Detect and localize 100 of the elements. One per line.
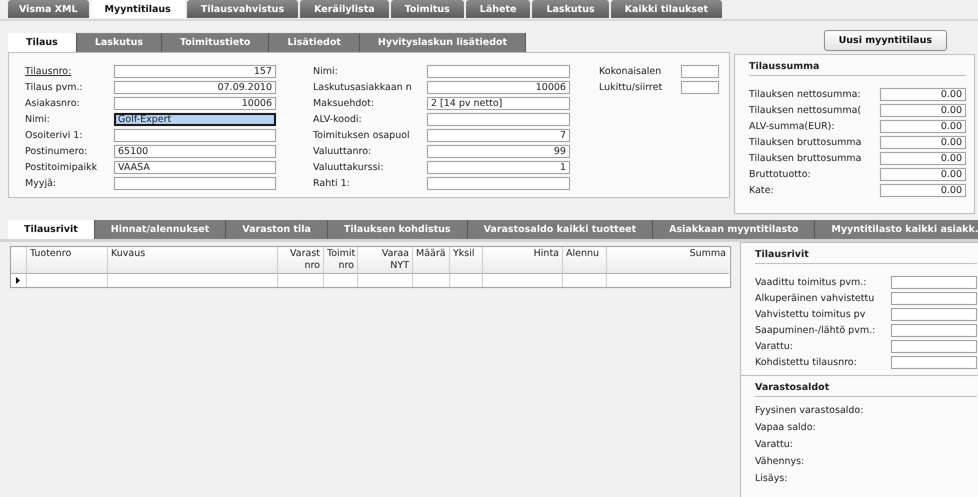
column-header[interactable]: Yksil [450, 247, 483, 274]
input-field[interactable] [891, 308, 977, 321]
field-label: Nimi: [312, 66, 339, 77]
field-label: Varattu: [755, 439, 794, 452]
field-label: Fyysinen varastosaldo: [755, 405, 864, 418]
input-field[interactable]: VAASA [114, 161, 276, 174]
input-field[interactable]: 10006 [114, 97, 276, 110]
tab[interactable]: Tilausrivit [8, 220, 95, 239]
field-label: Valuuttanro: [312, 146, 372, 157]
input-field[interactable]: 2 [14 pv netto] [426, 97, 570, 110]
field-label: ALV-summa(EUR): [749, 121, 836, 132]
field-label-link[interactable]: Tilausnro: [25, 66, 114, 77]
field-label: Bruttotuotto: [749, 169, 812, 180]
tab[interactable]: Laskutus [532, 0, 609, 18]
tab[interactable]: Tilausvahvistus [186, 0, 298, 18]
input-field[interactable] [681, 65, 719, 78]
tab[interactable]: Keräilylista [300, 0, 389, 18]
field-label: Valuuttakurssi: [312, 162, 384, 173]
input-field[interactable]: 65100 [114, 145, 276, 158]
tab[interactable]: Toimitus [390, 0, 464, 18]
tab[interactable]: Lisätiedot [269, 33, 360, 52]
tab[interactable]: Lähete [466, 0, 530, 18]
input-field[interactable]: 0.00 [880, 152, 966, 165]
field-label: Lukittu/siirret [599, 82, 664, 93]
tab[interactable]: Hyvityslaskun lisätiedot [360, 33, 526, 52]
field-label: Tilauksen bruttosumma [749, 137, 862, 148]
field-label: Varattu: [755, 341, 794, 352]
tab[interactable]: Toimitustieto [162, 33, 270, 52]
input-field[interactable]: 0.00 [880, 184, 966, 197]
field-label: Toimituksen osapuol [312, 130, 411, 141]
field-label: ALV-koodi: [312, 114, 363, 125]
field-label: Nimi: [25, 114, 51, 125]
tab[interactable]: Hinnat/alennukset [94, 220, 226, 239]
current-row-icon [16, 277, 20, 284]
column-header[interactable]: Alennu [563, 247, 607, 274]
input-field[interactable] [426, 113, 570, 126]
field-label: Saapuminen-/lähtö pvm.: [755, 325, 876, 336]
column-header[interactable]: Määrä [413, 247, 450, 274]
input-field[interactable]: 07.09.2010 [114, 81, 276, 94]
column-header[interactable]: Varaa NYT [358, 247, 413, 274]
input-field[interactable] [891, 292, 977, 305]
tab[interactable]: Laskutus [76, 33, 162, 52]
column-header[interactable]: Kuvaus [108, 247, 278, 274]
tab[interactable]: Myyntitilaus [90, 0, 185, 18]
new-order-button[interactable]: Uusi myyntitilaus [824, 30, 947, 51]
tab[interactable]: Visma XML [8, 0, 89, 18]
input-field[interactable]: 0.00 [880, 104, 966, 117]
field-label: Postitoimipaikk [25, 162, 98, 173]
input-field[interactable]: 0.00 [880, 120, 966, 133]
field-label: Tilaus pvm.: [25, 82, 84, 93]
field-label: Vaadittu toimitus pvm.: [755, 277, 868, 288]
input-field[interactable]: 99 [426, 145, 570, 158]
input-field[interactable] [891, 356, 977, 369]
input-field[interactable] [114, 177, 276, 190]
field-label: Laskutusasiakkaan n [312, 82, 413, 93]
field-label: Tilauksen nettosumma( [749, 105, 862, 116]
section-title: Tilaussumma [749, 61, 966, 76]
input-field[interactable]: 7 [426, 129, 570, 142]
field-label: Vapaa saldo: [755, 422, 817, 435]
column-header[interactable]: Tuotenro [27, 247, 108, 274]
input-field[interactable]: 1 [426, 161, 570, 174]
field-label: Lisäys: [755, 473, 788, 486]
field-label: Rahti 1: [312, 178, 351, 189]
tab[interactable]: Tilauksen kohdistus [328, 220, 468, 239]
input-field[interactable] [426, 65, 570, 78]
input-field[interactable] [681, 81, 719, 94]
column-header[interactable]: Summa [607, 247, 729, 274]
field-label: Asiakasnro: [25, 98, 81, 109]
input-field[interactable] [426, 177, 570, 190]
input-field[interactable] [891, 324, 977, 337]
input-field[interactable]: 0.00 [880, 88, 966, 101]
input-field[interactable] [891, 340, 977, 353]
tab[interactable]: Kaikki tilaukset [610, 0, 722, 18]
input-field[interactable] [114, 129, 276, 142]
tab[interactable]: Myyntitilasto kaikki asiakk. [815, 220, 978, 239]
column-header[interactable]: Toimit nro [324, 247, 358, 274]
field-label: Vahvistettu toimitus pv [755, 309, 866, 320]
tab[interactable]: Tilaus [8, 33, 77, 52]
input-field[interactable]: Golf-Expert [114, 113, 276, 126]
tab[interactable]: Varaston tila [226, 220, 328, 239]
input-field[interactable] [891, 276, 977, 289]
input-field[interactable]: 0.00 [880, 136, 966, 149]
tab[interactable]: Asiakkaan myyntitilasto [653, 220, 816, 239]
field-label: Alkuperäinen vahvistettu [755, 293, 876, 304]
field-label: Myyjä: [25, 178, 58, 189]
field-label: Kokonaisalen [599, 66, 662, 77]
field-label: Osoiterivi 1: [25, 130, 84, 141]
input-field[interactable]: 157 [114, 65, 276, 78]
section-title: Varastosaldot [755, 382, 977, 397]
tab[interactable]: Varastosaldo kaikki tuotteet [468, 220, 654, 239]
input-field[interactable]: 10006 [426, 81, 570, 94]
section-title: Tilausrivit [755, 249, 977, 264]
field-label: Tilauksen nettosumma: [749, 89, 862, 100]
input-field[interactable]: 0.00 [880, 168, 966, 181]
field-label: Tilauksen bruttosumma [749, 153, 862, 164]
column-header[interactable]: Hinta [483, 247, 563, 274]
field-label: Kate: [749, 185, 775, 196]
column-header[interactable]: Varast nro [278, 247, 324, 274]
field-label: Maksuehdot: [312, 98, 376, 109]
field-label: Vähennys: [755, 456, 806, 469]
